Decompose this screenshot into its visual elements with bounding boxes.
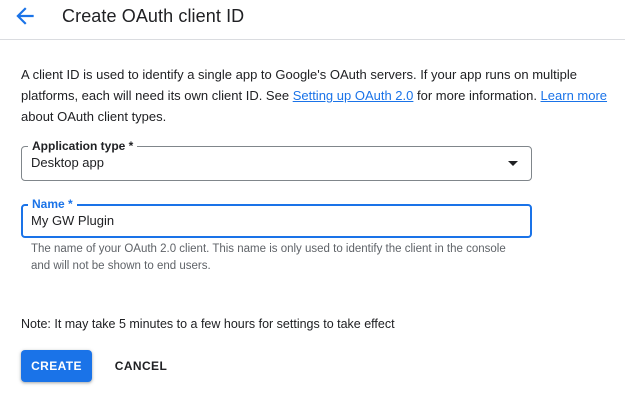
application-type-select[interactable]: Application type * Desktop app <box>21 138 532 181</box>
create-button[interactable]: CREATE <box>21 350 92 382</box>
cancel-button[interactable]: CANCEL <box>106 350 176 382</box>
name-input-value[interactable]: My GW Plugin <box>31 212 114 230</box>
arrow-back-icon <box>16 7 34 25</box>
intro-text: A client ID is used to identify a single… <box>21 64 621 127</box>
learn-more-link[interactable]: Learn more <box>541 88 607 103</box>
settings-note: Note: It may take 5 minutes to a few hou… <box>21 317 395 331</box>
setting-up-oauth-link[interactable]: Setting up OAuth 2.0 <box>293 88 414 103</box>
intro-text-part-3: about OAuth client types. <box>21 109 167 124</box>
intro-text-part-2: for more information. <box>413 88 541 103</box>
name-helper-text: The name of your OAuth 2.0 client. This … <box>31 243 506 272</box>
application-type-value: Desktop app <box>31 155 104 170</box>
back-button[interactable] <box>12 3 38 29</box>
name-label: Name * <box>28 196 77 212</box>
name-field[interactable]: Name * My GW Plugin <box>21 196 532 238</box>
application-type-label: Application type * <box>28 138 138 154</box>
page-title: Create OAuth client ID <box>62 6 245 26</box>
page-header: Create OAuth client ID <box>0 0 625 40</box>
dropdown-arrow-icon[interactable] <box>508 161 518 166</box>
